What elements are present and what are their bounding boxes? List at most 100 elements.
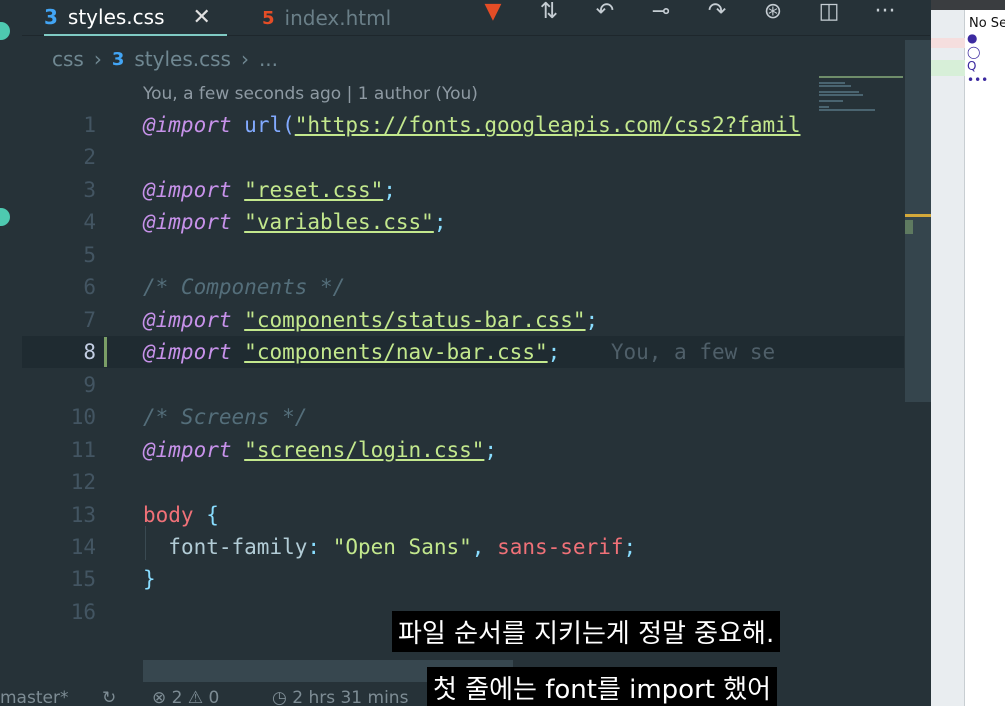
keyword: @import <box>143 340 232 364</box>
search-icon[interactable]: Q <box>967 60 976 72</box>
code-line[interactable]: 9 <box>22 369 904 401</box>
line-number: 4 <box>83 210 96 234</box>
punctuation: ; <box>484 438 498 462</box>
subtitle-line-2: 첫 줄에는 font를 import 했어 <box>427 667 778 706</box>
string[interactable]: "components/status-bar.css" <box>244 308 585 332</box>
browser-preview-pane: No Se ● ◯ Q ••• <box>931 0 1005 706</box>
user-icon[interactable]: ● <box>967 32 977 44</box>
code-line[interactable]: 13 body { <box>22 499 904 531</box>
line-number: 10 <box>70 405 96 429</box>
code-line[interactable]: 3 @import "reset.css"; <box>22 174 904 206</box>
time-tracker[interactable]: ◷ 2 hrs 31 mins <box>272 688 408 706</box>
git-commit-icon[interactable]: ⊸ <box>644 0 678 28</box>
accounts-badge-icon[interactable] <box>0 22 10 40</box>
property: font-family <box>168 535 308 559</box>
bubble-icon[interactable]: ◯ <box>967 46 980 58</box>
code-line[interactable]: 14 font-family: "Open Sans", sans-serif; <box>22 531 904 563</box>
comment: /* Components */ <box>143 275 346 299</box>
code-line-current[interactable]: 8 @import "components/nav-bar.css"; You,… <box>22 336 904 368</box>
git-graph-icon[interactable]: ⊛ <box>756 0 790 28</box>
breadcrumb-file[interactable]: styles.css <box>134 47 231 71</box>
chevron-right-icon: › <box>240 47 249 71</box>
git-compare-icon[interactable]: ⇅ <box>532 0 566 28</box>
code-line[interactable]: 10 /* Screens */ <box>22 401 904 433</box>
more-icon[interactable]: ••• <box>967 74 988 86</box>
line-number: 3 <box>83 178 96 202</box>
preview-text: No Se <box>969 16 1005 31</box>
code-line[interactable]: 11 @import "screens/login.css"; <box>22 434 904 466</box>
preview-sidebar <box>931 0 965 706</box>
punctuation: ; <box>547 340 561 364</box>
comment: /* Screens */ <box>143 405 308 429</box>
keyword: @import <box>143 178 232 202</box>
breadcrumb-folder[interactable]: css <box>52 47 84 71</box>
tab-styles-css[interactable]: 3 styles.css ✕ <box>44 0 227 36</box>
extension-badge-icon[interactable] <box>0 208 10 226</box>
preview-band <box>931 38 965 48</box>
minimap[interactable] <box>815 72 905 122</box>
css-file-icon: 3 <box>44 5 58 29</box>
code-line[interactable]: 4 @import "variables.css"; <box>22 206 904 238</box>
chevron-right-icon: › <box>93 47 102 71</box>
css-file-icon: 3 <box>111 48 125 70</box>
keyword: @import <box>143 210 232 234</box>
line-number: 15 <box>70 567 96 591</box>
more-actions-icon[interactable]: ··· <box>868 0 902 28</box>
scroll-highlight-marker <box>905 214 931 217</box>
line-number: 9 <box>83 373 96 397</box>
git-change-indicator[interactable] <box>104 337 107 367</box>
punctuation: ; <box>383 178 396 202</box>
split-editor-icon[interactable]: ◫ <box>812 0 846 28</box>
code-line[interactable]: 6 /* Components */ <box>22 271 904 303</box>
keyword: @import <box>143 113 232 137</box>
function: url( <box>244 113 295 137</box>
value: sans-serif <box>497 535 624 559</box>
punctuation: { <box>206 503 219 527</box>
go-back-icon[interactable]: ↶ <box>588 0 622 28</box>
subtitle-line-1: 파일 순서를 지키는게 정말 중요해. <box>392 611 781 652</box>
inline-blame-annotation: You, a few se <box>610 340 776 364</box>
code-line[interactable]: 12 <box>22 466 904 498</box>
html-file-icon: 5 <box>262 7 275 29</box>
scroll-change-marker <box>905 220 913 234</box>
punctuation: ; <box>433 210 447 234</box>
string[interactable]: "variables.css" <box>244 210 434 234</box>
code-line[interactable]: 1 @import url("https://fonts.googleapis.… <box>22 109 904 141</box>
selector: body <box>143 503 194 527</box>
line-number: 8 <box>83 340 96 364</box>
string[interactable]: "components/nav-bar.css" <box>244 340 547 364</box>
code-line[interactable]: 7 @import "components/status-bar.css"; <box>22 304 904 336</box>
breadcrumb: css › 3 styles.css › ... <box>52 44 278 74</box>
keyword: @import <box>143 308 232 332</box>
punctuation: ; <box>585 308 599 332</box>
close-tab-icon[interactable]: ✕ <box>193 5 211 30</box>
string[interactable]: "screens/login.css" <box>244 438 484 462</box>
line-number: 6 <box>83 275 96 299</box>
html-preview-icon[interactable]: ▼ <box>476 0 510 28</box>
punctuation: , <box>471 535 485 559</box>
code-line[interactable]: 2 <box>22 141 904 173</box>
git-blame-header[interactable]: You, a few seconds ago | 1 author (You) <box>143 84 478 104</box>
string[interactable]: "https://fonts.googleapis.com/css2?famil <box>295 113 801 137</box>
breadcrumb-more[interactable]: ... <box>259 47 278 71</box>
line-number: 5 <box>83 243 96 267</box>
line-number: 7 <box>83 308 96 332</box>
line-number: 14 <box>70 535 96 559</box>
line-number: 11 <box>70 438 96 462</box>
activity-bar <box>0 0 22 706</box>
string[interactable]: "reset.css" <box>244 178 383 202</box>
line-number: 2 <box>83 145 96 169</box>
git-branch[interactable]: master* <box>0 688 68 706</box>
tab-label: styles.css <box>67 5 165 29</box>
code-line[interactable]: 5 <box>22 239 904 271</box>
go-forward-icon[interactable]: ↷ <box>700 0 734 28</box>
code-editor[interactable]: You, a few seconds ago | 1 author (You) … <box>22 78 904 668</box>
tab-label: index.html <box>284 6 392 30</box>
sync-icon[interactable]: ↻ <box>102 688 116 706</box>
preview-band <box>931 60 965 76</box>
punctuation: } <box>143 567 156 591</box>
tab-index-html[interactable]: 5 index.html <box>262 0 391 36</box>
code-line[interactable]: 15 } <box>22 563 904 595</box>
problems-count[interactable]: ⊗ 2 ⚠ 0 <box>152 688 219 706</box>
keyword: @import <box>143 438 232 462</box>
